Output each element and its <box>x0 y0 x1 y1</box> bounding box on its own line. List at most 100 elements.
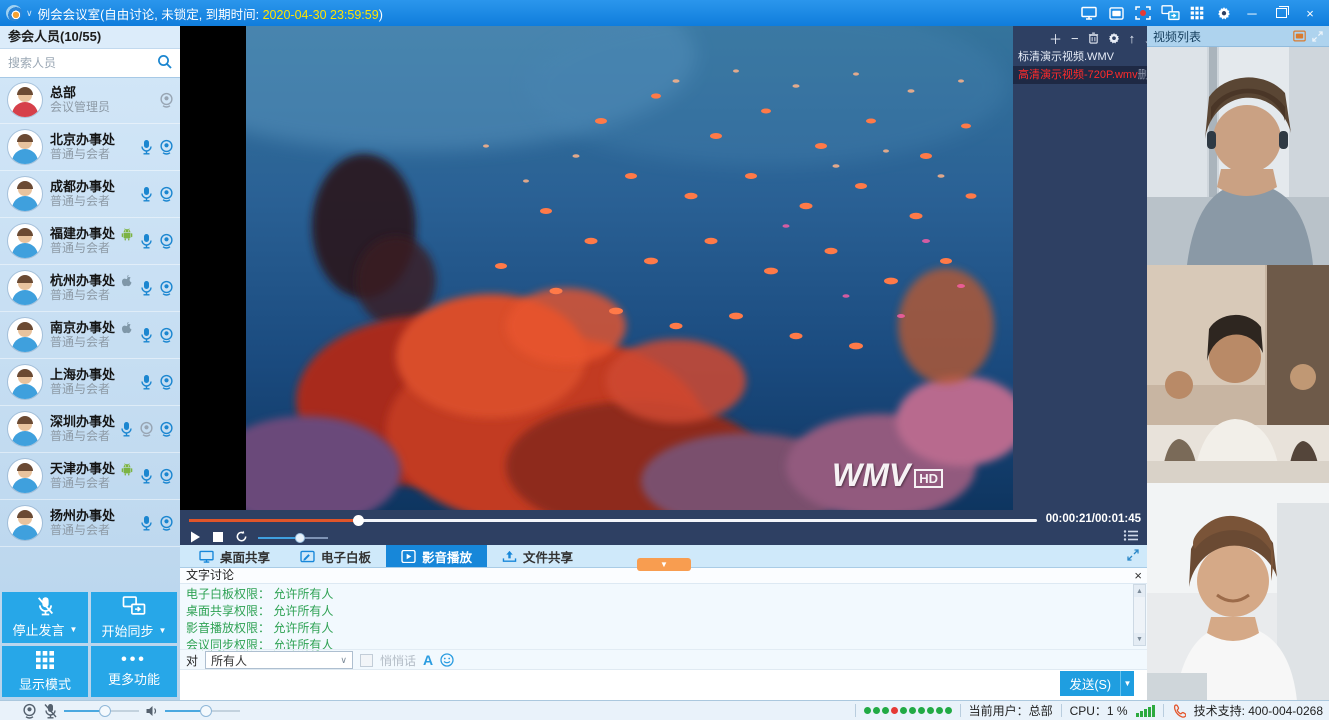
participant-row[interactable]: 上海办事处普通与会者 <box>0 359 180 406</box>
search-input[interactable] <box>0 49 180 77</box>
webcam-icon[interactable] <box>159 327 174 343</box>
video-window-icon[interactable] <box>1106 4 1126 22</box>
participant-row[interactable]: 天津办事处普通与会者 <box>0 453 180 500</box>
sync-icon[interactable] <box>1160 4 1180 22</box>
send-options-arrow[interactable]: ▼ <box>1120 671 1134 696</box>
scroll-up-arrow[interactable]: ▲ <box>1134 585 1145 597</box>
mic-icon[interactable] <box>119 421 134 437</box>
search-icon[interactable] <box>157 54 173 73</box>
participant-row[interactable]: 成都办事处普通与会者 <box>0 171 180 218</box>
playlist-add-icon[interactable]: ＋ <box>1049 29 1062 48</box>
tab-whiteboard[interactable]: 电子白板 <box>285 545 386 567</box>
webcam-icon[interactable] <box>159 468 174 484</box>
mic-icon[interactable] <box>139 515 154 531</box>
send-button[interactable]: 发送(S) <box>1060 671 1120 696</box>
webcam-icon[interactable] <box>159 515 174 531</box>
restore-button[interactable] <box>1270 4 1292 22</box>
expand-icon[interactable] <box>1312 31 1323 42</box>
avatar <box>8 318 42 352</box>
speaker-volume-handle[interactable] <box>200 705 212 717</box>
mic-icon[interactable] <box>139 233 154 249</box>
mic-volume-slider[interactable] <box>64 710 139 712</box>
mic-muted-status-icon[interactable] <box>43 703 58 719</box>
tab-media-playback[interactable]: 影音播放 <box>386 545 487 567</box>
delete-link[interactable]: 删除 <box>1138 66 1147 84</box>
video-thumbnail[interactable] <box>1147 265 1329 483</box>
loop-button[interactable] <box>235 530 248 543</box>
mic-icon[interactable] <box>139 327 154 343</box>
mic-volume-handle[interactable] <box>99 705 111 717</box>
whisper-checkbox[interactable] <box>360 654 373 667</box>
participant-row[interactable]: 扬州办事处普通与会者 <box>0 500 180 547</box>
participant-row[interactable]: 北京办事处普通与会者 <box>0 124 180 171</box>
settings-gear-icon[interactable] <box>1214 4 1234 22</box>
webcam-status-icon[interactable] <box>22 703 37 719</box>
stop-speaking-button[interactable]: 停止发言▼ <box>2 592 88 643</box>
webcam-icon[interactable] <box>159 421 174 437</box>
stop-button[interactable] <box>213 532 223 542</box>
record-icon[interactable] <box>1133 4 1153 22</box>
participant-row[interactable]: 南京办事处普通与会者 <box>0 312 180 359</box>
webcam-icon[interactable] <box>159 186 174 202</box>
avatar <box>8 130 42 164</box>
webcam-icon[interactable] <box>159 280 174 296</box>
trash-icon[interactable] <box>1088 32 1099 44</box>
more-features-button[interactable]: ••• 更多功能 <box>91 646 177 697</box>
participant-row[interactable]: 总部会议管理员 <box>0 77 180 124</box>
webcam-icon[interactable] <box>159 92 174 108</box>
mic-icon[interactable] <box>139 186 154 202</box>
display-mode-button[interactable]: 显示模式 <box>2 646 88 697</box>
speaker-icon[interactable] <box>145 704 159 718</box>
playlist-item[interactable]: 标清演示视频.WMV <box>1013 48 1147 66</box>
font-style-button[interactable]: A <box>423 652 433 668</box>
minimize-button[interactable]: ─ <box>1241 4 1263 22</box>
move-up-icon[interactable]: ↑ <box>1129 31 1136 46</box>
chat-close-icon[interactable]: × <box>1134 568 1142 583</box>
recipient-select[interactable]: 所有人∨ <box>205 651 353 669</box>
webcam-icon[interactable] <box>159 374 174 390</box>
participant-row[interactable]: 深圳办事处普通与会者 <box>0 406 180 453</box>
chat-panel: 文字讨论 × 电子白板权限： 允许所有人 桌面共享权限： 允许所有人 影音播放权… <box>180 568 1147 700</box>
chat-scrollbar[interactable]: ▲ ▼ <box>1133 584 1146 646</box>
gear-icon[interactable] <box>1108 32 1120 44</box>
participant-row[interactable]: 杭州办事处普通与会者 <box>0 265 180 312</box>
tab-desktop-share[interactable]: 桌面共享 <box>184 545 285 567</box>
scroll-down-arrow[interactable]: ▼ <box>1134 633 1145 645</box>
tab-file-share[interactable]: 文件共享 <box>487 545 588 567</box>
mic-icon[interactable] <box>139 139 154 155</box>
chat-input-area[interactable] <box>180 669 1147 700</box>
speaker-volume-slider[interactable] <box>165 710 240 712</box>
action-buttons: 停止发言▼ 开始同步▼ 显示模式 ••• 更多功能 <box>2 592 177 697</box>
webcam-icon[interactable] <box>159 233 174 249</box>
participant-row[interactable]: 福建办事处普通与会者 <box>0 218 180 265</box>
mic-icon[interactable] <box>139 374 154 390</box>
video-playback-area[interactable]: WMVHD <box>246 26 1013 510</box>
playlist-toggle-icon[interactable] <box>1123 529 1139 545</box>
volume-handle[interactable] <box>295 533 305 543</box>
chevron-down-icon[interactable]: ∨ <box>26 8 33 19</box>
chat-collapse-handle[interactable]: ▼ <box>637 558 691 571</box>
screen-share-icon[interactable] <box>1079 4 1099 22</box>
webcam-icon[interactable] <box>159 139 174 155</box>
playlist-item-selected[interactable]: 高清演示视频-720P.wmv 删除 <box>1013 66 1147 84</box>
grid-icon <box>35 650 55 670</box>
emoji-button[interactable] <box>440 653 454 667</box>
video-window-icon[interactable] <box>1293 30 1306 42</box>
fullscreen-icon[interactable] <box>1127 549 1139 564</box>
monitor-icon <box>199 550 214 563</box>
start-sync-button[interactable]: 开始同步▼ <box>91 592 177 643</box>
phone-icon <box>1172 704 1186 718</box>
webcam-off-icon[interactable] <box>139 421 154 437</box>
volume-slider[interactable] <box>258 537 328 539</box>
media-stage: WMVHD ＋ − ↑ ↓ 标清演示视频.WMV 高清演示视频-720P.wmv… <box>180 26 1147 545</box>
close-button[interactable]: × <box>1299 4 1321 22</box>
playlist-remove-icon[interactable]: − <box>1071 31 1079 46</box>
video-thumbnail[interactable] <box>1147 47 1329 265</box>
play-button[interactable] <box>190 531 201 543</box>
mic-icon[interactable] <box>139 468 154 484</box>
display-mode-icon[interactable] <box>1187 4 1207 22</box>
seek-handle[interactable] <box>353 515 364 526</box>
video-thumbnail[interactable] <box>1147 483 1329 701</box>
seek-bar[interactable] <box>189 519 1037 522</box>
mic-icon[interactable] <box>139 280 154 296</box>
